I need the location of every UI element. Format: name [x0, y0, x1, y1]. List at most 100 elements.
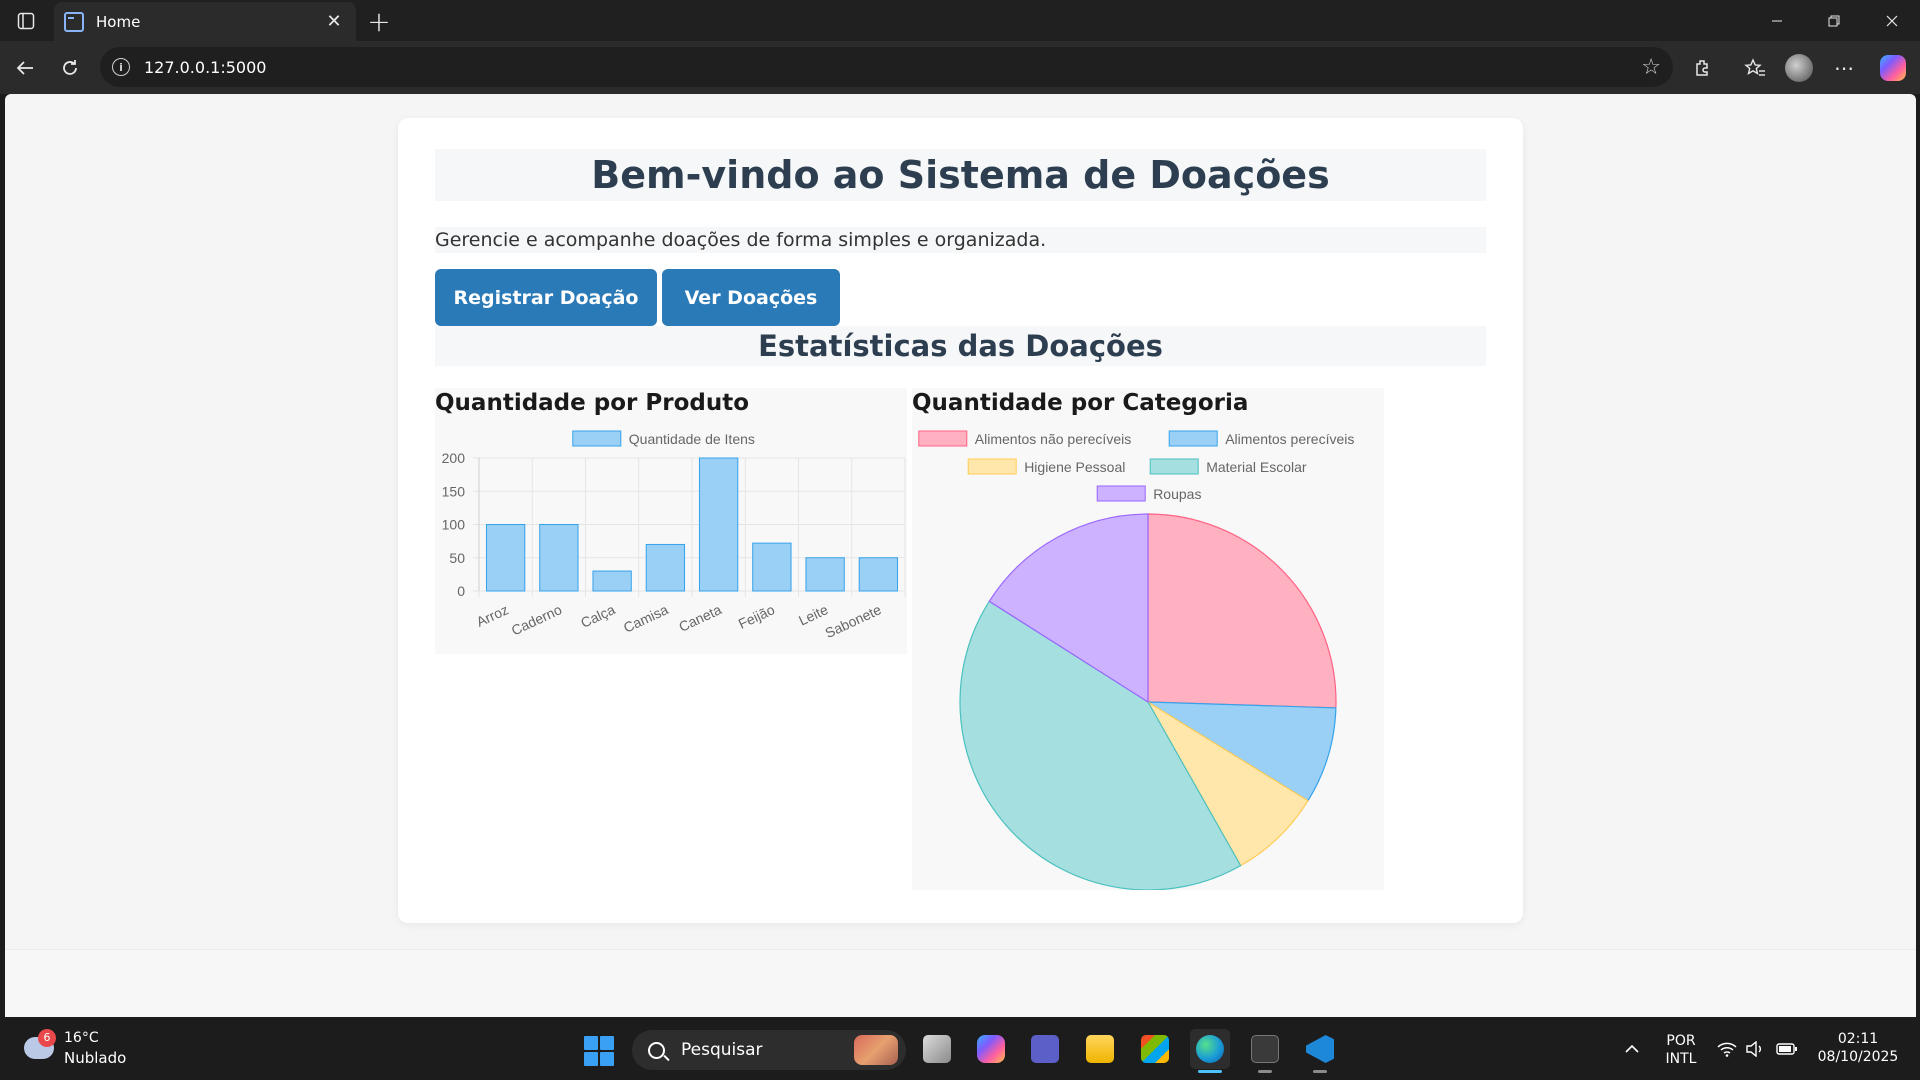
close-tab-icon[interactable]: ✕ — [322, 11, 346, 32]
terminal-button[interactable] — [1245, 1029, 1285, 1073]
search-icon — [648, 1041, 665, 1059]
battery-icon[interactable] — [1775, 1037, 1799, 1061]
register-donation-button[interactable]: Registrar Doação — [435, 269, 657, 326]
page-title: Bem-vindo ao Sistema de Doações — [435, 149, 1486, 201]
weather-widget[interactable]: 6 16°C Nublado — [20, 1029, 130, 1069]
legend-swatch — [1096, 485, 1146, 502]
running-indicator — [1313, 1070, 1327, 1073]
search-highlight-icon — [854, 1035, 898, 1065]
clock[interactable]: 02:11 08/10/2025 — [1810, 1030, 1906, 1066]
store-icon — [1141, 1035, 1169, 1063]
copilot-app-icon — [977, 1035, 1005, 1063]
weather-badge: 6 — [38, 1029, 56, 1047]
file-explorer-button[interactable] — [1080, 1029, 1120, 1069]
bar-caderno — [539, 524, 579, 592]
vscode-button[interactable] — [1300, 1029, 1340, 1073]
page-subtitle: Gerencie e acompanhe doações de forma si… — [435, 227, 1486, 253]
legend-label: Higiene Pessoal — [1024, 459, 1125, 475]
task-view-button[interactable] — [917, 1029, 957, 1069]
product-bar-chart: Quantidade de Itens 0 50 100 150 200 ArrozCade… — [442, 430, 906, 641]
show-hidden-icons-chevron-icon[interactable] — [1620, 1037, 1644, 1061]
legend-label: Quantidade de Itens — [629, 431, 755, 447]
bar-sabonete — [858, 557, 899, 592]
back-arrow-icon[interactable] — [8, 51, 42, 85]
refresh-icon[interactable] — [53, 51, 87, 85]
close-window-button[interactable] — [1863, 0, 1920, 41]
y-tick-label: 100 — [442, 517, 466, 533]
legend-label: Alimentos não perecíveis — [975, 431, 1131, 447]
weather-temperature: 16°C — [64, 1030, 99, 1046]
site-info-icon[interactable]: i — [112, 58, 130, 76]
clock-date: 08/10/2025 — [1817, 1049, 1899, 1065]
input-language-indicator[interactable]: POR INTL — [1660, 1032, 1702, 1068]
url-text[interactable]: 127.0.0.1:5000 — [144, 58, 1641, 77]
x-tick-label: Caneta — [676, 601, 724, 635]
bar-leite — [805, 557, 845, 592]
x-tick-label: Arroz — [474, 601, 511, 630]
vscode-icon — [1306, 1035, 1334, 1063]
x-tick-label: Feijão — [736, 601, 778, 632]
browser-toolbar: i 127.0.0.1:5000 ☆ ⋯ — [0, 41, 1920, 94]
restore-button[interactable] — [1805, 0, 1862, 41]
teams-icon — [1031, 1035, 1059, 1063]
wifi-icon[interactable] — [1715, 1037, 1739, 1061]
legend-swatch — [967, 458, 1017, 475]
view-donations-button[interactable]: Ver Doações — [662, 269, 840, 326]
x-tick-label: Caderno — [509, 601, 565, 638]
y-tick-label: 150 — [442, 483, 466, 499]
edge-taskbar-button[interactable] — [1190, 1029, 1230, 1073]
x-tick-label: Sabonete — [823, 601, 884, 641]
running-indicator — [1258, 1070, 1272, 1073]
main-container: Bem-vindo ao Sistema de Doações Gerencie… — [398, 118, 1523, 923]
page-favicon-icon — [64, 11, 84, 32]
y-tick-label: 50 — [449, 550, 465, 566]
lang-line1: POR — [1666, 1033, 1696, 1049]
windows-taskbar: 6 16°C Nublado Pesquisar POR INTL 02:11 … — [0, 1017, 1920, 1080]
windows-logo-icon — [584, 1036, 598, 1050]
extensions-icon[interactable] — [1686, 51, 1720, 85]
legend-swatch — [1168, 430, 1218, 447]
folder-icon — [1086, 1035, 1114, 1063]
edge-icon — [1196, 1035, 1224, 1063]
legend-swatch — [572, 430, 622, 447]
favorite-star-icon[interactable]: ☆ — [1641, 55, 1661, 80]
product-chart-card: Quantidade por Produto Quantidade de Ite… — [435, 388, 907, 654]
tab-strip: Home ✕ + — [0, 0, 1920, 41]
legend-label: Alimentos perecíveis — [1225, 431, 1354, 447]
minimize-button[interactable] — [1748, 0, 1805, 41]
bar-camisa — [645, 543, 686, 592]
copilot-taskbar-button[interactable] — [971, 1029, 1011, 1069]
taskbar-search[interactable]: Pesquisar — [632, 1030, 906, 1070]
bar-caneta — [698, 457, 739, 592]
bar-feijão — [752, 542, 792, 592]
copilot-icon[interactable] — [1876, 51, 1910, 85]
browser-tab-home[interactable]: Home ✕ — [54, 2, 356, 41]
tab-actions-icon[interactable] — [8, 6, 44, 36]
x-tick-label: Calça — [578, 601, 617, 631]
teams-button[interactable] — [1025, 1029, 1065, 1069]
favorites-icon[interactable] — [1738, 51, 1772, 85]
legend-swatch — [1149, 458, 1199, 475]
legend-label: Material Escolar — [1206, 459, 1307, 475]
weather-description: Nublado — [64, 1049, 127, 1067]
search-label: Pesquisar — [681, 1040, 763, 1060]
category-pie-chart: Alimentos não perecíveis Alimentos perecí… — [918, 430, 1354, 890]
y-tick-label: 200 — [442, 450, 466, 466]
y-tick-label: 0 — [457, 583, 465, 599]
bar-calça — [592, 570, 632, 592]
start-button[interactable] — [584, 1036, 614, 1066]
more-menu-icon[interactable]: ⋯ — [1827, 51, 1861, 85]
profile-avatar[interactable] — [1782, 51, 1816, 85]
page-footer-area — [5, 949, 1916, 1017]
page-viewport: Bem-vindo ao Sistema de Doações Gerencie… — [5, 94, 1916, 1017]
stats-title: Estatísticas das Doações — [435, 326, 1486, 366]
address-bar[interactable]: i 127.0.0.1:5000 ☆ — [100, 47, 1673, 87]
terminal-icon — [1251, 1035, 1279, 1063]
store-button[interactable] — [1135, 1029, 1175, 1069]
lang-line2: INTL — [1665, 1051, 1697, 1067]
new-tab-button[interactable]: + — [362, 4, 396, 38]
clock-time: 02:11 — [1837, 1031, 1879, 1047]
tab-title: Home — [96, 12, 141, 31]
volume-icon[interactable] — [1743, 1037, 1767, 1061]
pie-slice-0 — [1147, 513, 1337, 709]
